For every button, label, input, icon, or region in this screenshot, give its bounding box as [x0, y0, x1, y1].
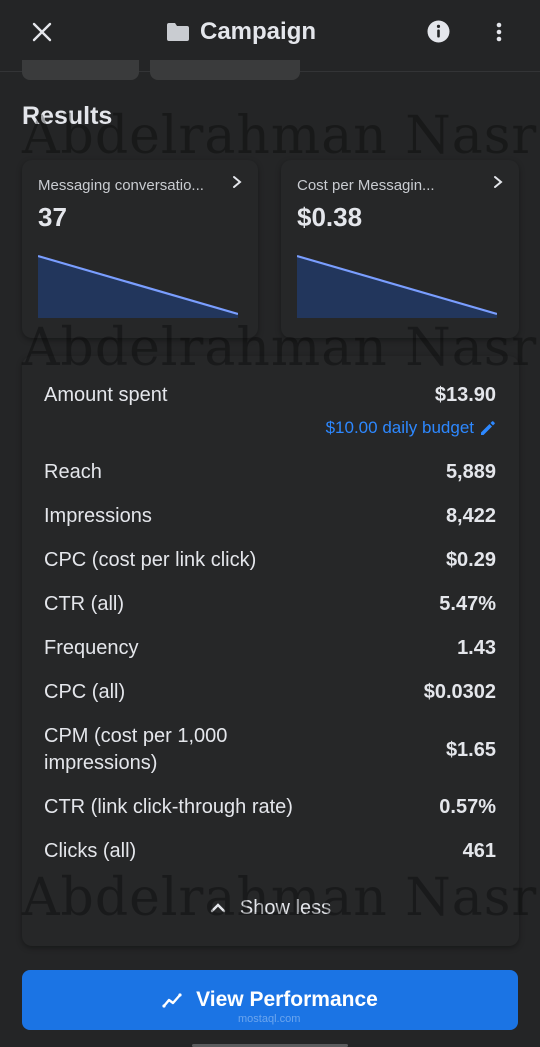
- daily-budget-link[interactable]: $10.00 daily budget: [326, 418, 497, 438]
- row-value: $1.65: [445, 738, 496, 761]
- row-value: $0.29: [445, 549, 496, 571]
- info-icon[interactable]: [427, 20, 450, 43]
- sparkline-chart: [38, 254, 238, 318]
- chevron-right-icon: [494, 176, 503, 188]
- row-cpm: CPM (cost per 1,000 impressions) $1.65: [44, 723, 496, 777]
- row-ctr-link: CTR (link click-through rate) 0.57%: [44, 794, 496, 821]
- row-cpc-all: CPC (all) $0.0302: [44, 679, 496, 706]
- row-value: $13.90: [434, 384, 496, 406]
- row-label: CPM (cost per 1,000 impressions): [44, 725, 228, 774]
- row-value: 461: [462, 840, 496, 862]
- row-value: 5,889: [445, 461, 496, 483]
- metric-value: $0.38: [297, 202, 363, 232]
- chevron-right-icon: [233, 176, 242, 188]
- metric-card-cost-per-messaging[interactable]: Cost per Messagin... $0.38: [281, 160, 519, 338]
- row-label: CTR (link click-through rate): [44, 796, 293, 818]
- chevron-up-icon: [210, 903, 226, 913]
- pencil-icon: [481, 421, 495, 435]
- section-title: Results: [22, 102, 113, 130]
- row-cpc-link: CPC (cost per link click) $0.29: [44, 547, 496, 574]
- row-label: Impressions: [44, 505, 152, 527]
- view-performance-label: View Performance: [196, 988, 378, 1011]
- budget-label: $10.00 daily budget: [325, 418, 474, 437]
- row-label: Clicks (all): [44, 840, 137, 862]
- row-value: 8,422: [445, 505, 496, 527]
- row-impressions: Impressions 8,422: [44, 503, 496, 530]
- row-label: CPC (cost per link click): [44, 549, 257, 571]
- filter-chip[interactable]: [22, 60, 139, 80]
- row-label: Amount spent: [44, 384, 168, 406]
- row-value: 1.43: [457, 637, 496, 659]
- results-details-card: Amount spent $13.90 $10.00 daily budget …: [22, 356, 519, 946]
- row-value: 5.47%: [439, 593, 496, 615]
- more-vertical-icon[interactable]: [489, 18, 509, 46]
- sparkline-chart: [297, 254, 497, 318]
- close-icon[interactable]: [28, 18, 56, 46]
- row-value: $0.0302: [423, 681, 496, 703]
- row-reach: Reach 5,889: [44, 459, 496, 486]
- metric-label: Cost per Messagin...: [297, 177, 435, 194]
- row-amount-spent: Amount spent $13.90: [44, 382, 496, 409]
- trend-line-icon: [162, 993, 182, 1008]
- row-value: 0.57%: [439, 796, 496, 818]
- folder-icon: [167, 23, 189, 41]
- show-less-button[interactable]: Show less: [22, 896, 519, 920]
- view-performance-button[interactable]: View Performance: [22, 970, 518, 1030]
- title-group: Campaign: [166, 16, 316, 48]
- row-label: CPC (all): [44, 681, 126, 703]
- row-label: Frequency: [44, 637, 139, 659]
- row-label: CTR (all): [44, 593, 124, 615]
- filter-chip[interactable]: [150, 60, 300, 80]
- row-clicks-all: Clicks (all) 461: [44, 838, 496, 865]
- metric-card-messaging-conversations[interactable]: Messaging conversatio... 37: [22, 160, 258, 338]
- show-less-label: Show less: [239, 896, 332, 919]
- campaign-screen: Campaign Results Messaging conversatio..…: [0, 0, 540, 1047]
- row-ctr-all: CTR (all) 5.47%: [44, 591, 496, 618]
- row-frequency: Frequency 1.43: [44, 635, 496, 662]
- metric-label: Messaging conversatio...: [38, 177, 204, 194]
- row-label: Reach: [44, 461, 102, 483]
- page-title: Campaign: [200, 18, 317, 45]
- metric-value: 37: [38, 202, 67, 232]
